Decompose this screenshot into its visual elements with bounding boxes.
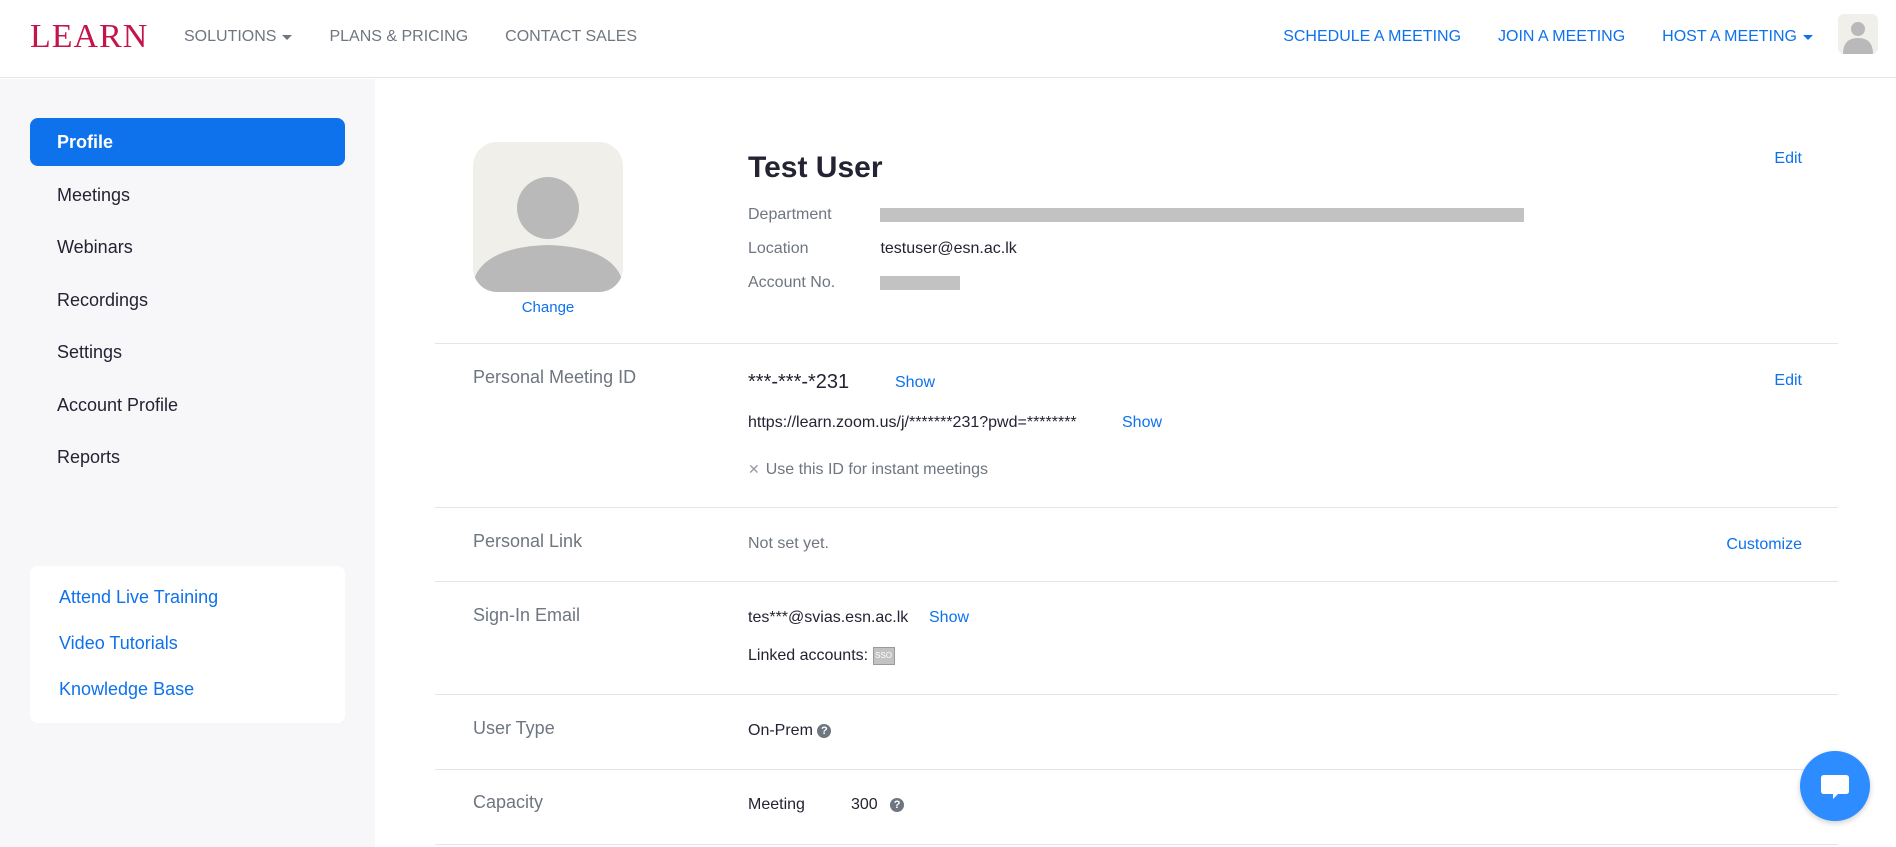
nav-plans-pricing[interactable]: PLANS & PRICING <box>329 28 468 46</box>
sidebar: Profile Meetings Webinars Recordings Set… <box>0 79 375 847</box>
sidebar-item-meetings[interactable]: Meetings <box>30 171 345 219</box>
nav-host-meeting-label: HOST A MEETING <box>1662 28 1797 45</box>
location-row: Location testuser@esn.ac.lk <box>748 240 1017 258</box>
pmi-url-show-link[interactable]: Show <box>1122 414 1162 432</box>
user-type-row: On-Prem ? <box>748 722 832 740</box>
sso-icon: SSO <box>872 647 895 665</box>
sign-in-email-value: tes***@svias.esn.ac.lk <box>748 609 909 626</box>
top-header: LEARN SOLUTIONS PLANS & PRICING CONTACT … <box>0 0 1896 78</box>
location-value: testuser@esn.ac.lk <box>880 240 1017 257</box>
nav-join-meeting-label: JOIN A MEETING <box>1498 28 1626 45</box>
nav-solutions[interactable]: SOLUTIONS <box>184 28 293 46</box>
pmi-edit-link[interactable]: Edit <box>1774 372 1802 390</box>
linked-accounts-row: Linked accounts: SSO <box>748 647 895 665</box>
nav-schedule-meeting-label: SCHEDULE A MEETING <box>1283 28 1462 45</box>
department-label: Department <box>748 206 832 223</box>
chat-bubble-icon <box>1821 775 1849 799</box>
user-type-label: User Type <box>473 718 555 738</box>
edit-profile-link[interactable]: Edit <box>1774 150 1802 168</box>
help-links-panel: Attend Live Training Video Tutorials Kno… <box>30 566 345 723</box>
video-tutorials-link[interactable]: Video Tutorials <box>30 630 345 676</box>
action-nav: SCHEDULE A MEETING JOIN A MEETING HOST A… <box>1246 28 1813 46</box>
capacity-meeting-label: Meeting <box>748 796 805 813</box>
primary-nav: SOLUTIONS PLANS & PRICING CONTACT SALES <box>184 28 674 46</box>
customize-link[interactable]: Customize <box>1726 536 1802 554</box>
divider <box>435 694 1838 695</box>
personal-link-value: Not set yet. <box>748 535 829 552</box>
sidebar-item-settings[interactable]: Settings <box>30 328 345 376</box>
capacity-meeting-value: 300 <box>851 796 878 813</box>
sidebar-item-webinars[interactable]: Webinars <box>30 223 345 271</box>
change-photo-link[interactable]: Change <box>473 299 623 316</box>
help-icon[interactable]: ? <box>817 723 832 738</box>
profile-picture[interactable] <box>473 142 623 292</box>
person-icon <box>473 177 623 292</box>
sign-in-email-label: Sign-In Email <box>473 605 581 625</box>
instant-meeting-label: Use this ID for instant meetings <box>765 461 989 478</box>
account-no-redacted <box>880 275 961 290</box>
brand-logo[interactable]: LEARN <box>30 18 148 56</box>
pmi-label: Personal Meeting ID <box>473 367 637 387</box>
close-icon: ✕ <box>748 461 760 477</box>
user-name: Test User <box>748 151 883 184</box>
nav-join-meeting[interactable]: JOIN A MEETING <box>1498 28 1625 46</box>
divider <box>435 507 1838 508</box>
capacity-meeting-row: 300 ? <box>851 796 905 814</box>
sidebar-item-account-profile[interactable]: Account Profile <box>30 381 345 429</box>
linked-accounts-label: Linked accounts: <box>748 647 869 665</box>
department-redacted <box>880 207 1525 222</box>
pmi-show-link[interactable]: Show <box>895 374 935 392</box>
account-no-label: Account No. <box>748 274 836 291</box>
sidebar-menu: Profile Meetings Webinars Recordings Set… <box>30 118 345 486</box>
main-content: Change Test User Edit Department Locatio… <box>375 79 1896 847</box>
sidebar-item-reports[interactable]: Reports <box>30 433 345 481</box>
nav-host-meeting[interactable]: HOST A MEETING <box>1662 28 1813 46</box>
sidebar-item-profile[interactable]: Profile <box>30 118 345 166</box>
caret-down-icon <box>1803 34 1813 40</box>
knowledge-base-link[interactable]: Knowledge Base <box>30 676 345 722</box>
department-row: Department <box>748 206 1525 224</box>
sign-in-email-show-link[interactable]: Show <box>929 609 969 627</box>
capacity-label: Capacity <box>473 792 544 812</box>
chat-button[interactable] <box>1800 751 1870 821</box>
location-label: Location <box>748 240 809 257</box>
divider <box>435 769 1838 770</box>
nav-solutions-label: SOLUTIONS <box>184 28 277 45</box>
user-type-value: On-Prem <box>748 722 813 739</box>
attend-live-training-link[interactable]: Attend Live Training <box>30 584 345 630</box>
caret-down-icon <box>282 34 293 40</box>
instant-meeting-option[interactable]: ✕ Use this ID for instant meetings <box>748 461 988 479</box>
nav-contact-sales[interactable]: CONTACT SALES <box>505 28 637 46</box>
help-icon[interactable]: ? <box>890 797 905 812</box>
account-no-row: Account No. <box>748 274 961 292</box>
nav-plans-pricing-label: PLANS & PRICING <box>329 28 469 45</box>
divider <box>435 844 1838 845</box>
divider <box>435 581 1838 582</box>
pmi-value: ***-***-*231 <box>748 371 850 393</box>
pmi-url: https://learn.zoom.us/j/*******231?pwd=*… <box>748 414 1077 431</box>
user-avatar-icon[interactable] <box>1838 14 1878 54</box>
divider <box>435 343 1838 344</box>
personal-link-label: Personal Link <box>473 531 583 551</box>
sidebar-item-recordings[interactable]: Recordings <box>30 276 345 324</box>
nav-contact-sales-label: CONTACT SALES <box>505 28 638 45</box>
nav-schedule-meeting[interactable]: SCHEDULE A MEETING <box>1283 28 1461 46</box>
